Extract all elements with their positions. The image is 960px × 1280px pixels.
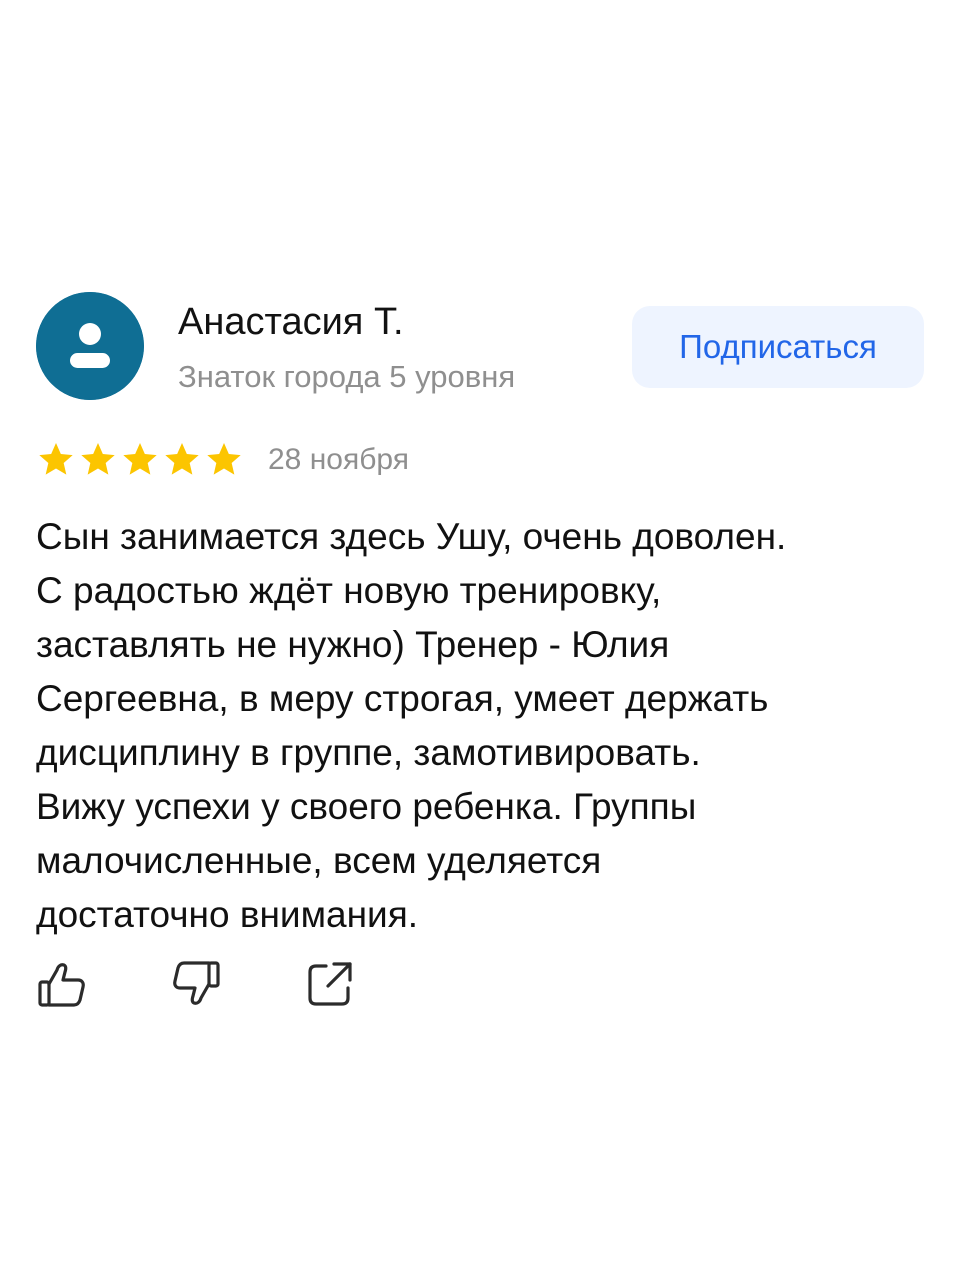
review-text-line: достаточно внимания. <box>36 894 419 935</box>
review-text-line: Сергеевна, в меру строгая, умеет держать <box>36 678 769 719</box>
star-icon <box>207 443 241 475</box>
dislike-button[interactable] <box>170 958 222 1010</box>
review-text-line: дисциплину в группе, замотивировать. <box>36 732 701 773</box>
star-icon <box>39 443 73 475</box>
review-card: Анастасия Т. Знаток города 5 уровня Подп… <box>0 0 960 1280</box>
star-icon <box>123 443 157 475</box>
review-date: 28 ноября <box>268 443 409 476</box>
review-text-line: заставлять не нужно) Тренер - Юлия <box>36 624 670 665</box>
like-button[interactable] <box>36 958 88 1010</box>
author-name[interactable]: Анастасия Т. <box>178 300 404 344</box>
thumbs-up-icon <box>38 963 85 1007</box>
user-icon <box>36 292 144 400</box>
avatar[interactable] <box>36 292 144 400</box>
review-text: Сын занимается здесь Ушу, очень доволен.… <box>36 510 916 942</box>
subscribe-button[interactable]: Подписаться <box>632 306 924 388</box>
review-text-line: С радостью ждёт новую тренировку, <box>36 570 662 611</box>
rating-row: 28 ноября <box>36 440 409 480</box>
star-icon <box>81 443 115 475</box>
review-actions <box>36 958 356 1010</box>
review-text-line: Сын занимается здесь Ушу, очень доволен. <box>36 516 787 557</box>
star-rating <box>36 440 244 480</box>
author-level: Знаток города 5 уровня <box>178 359 516 394</box>
review-text-line: малочисленные, всем уделяется <box>36 840 602 881</box>
share-icon <box>308 962 352 1006</box>
review-text-line: Вижу успехи у своего ребенка. Группы <box>36 786 697 827</box>
share-button[interactable] <box>304 958 356 1010</box>
star-icon <box>165 443 199 475</box>
thumbs-down-icon <box>173 961 220 1005</box>
